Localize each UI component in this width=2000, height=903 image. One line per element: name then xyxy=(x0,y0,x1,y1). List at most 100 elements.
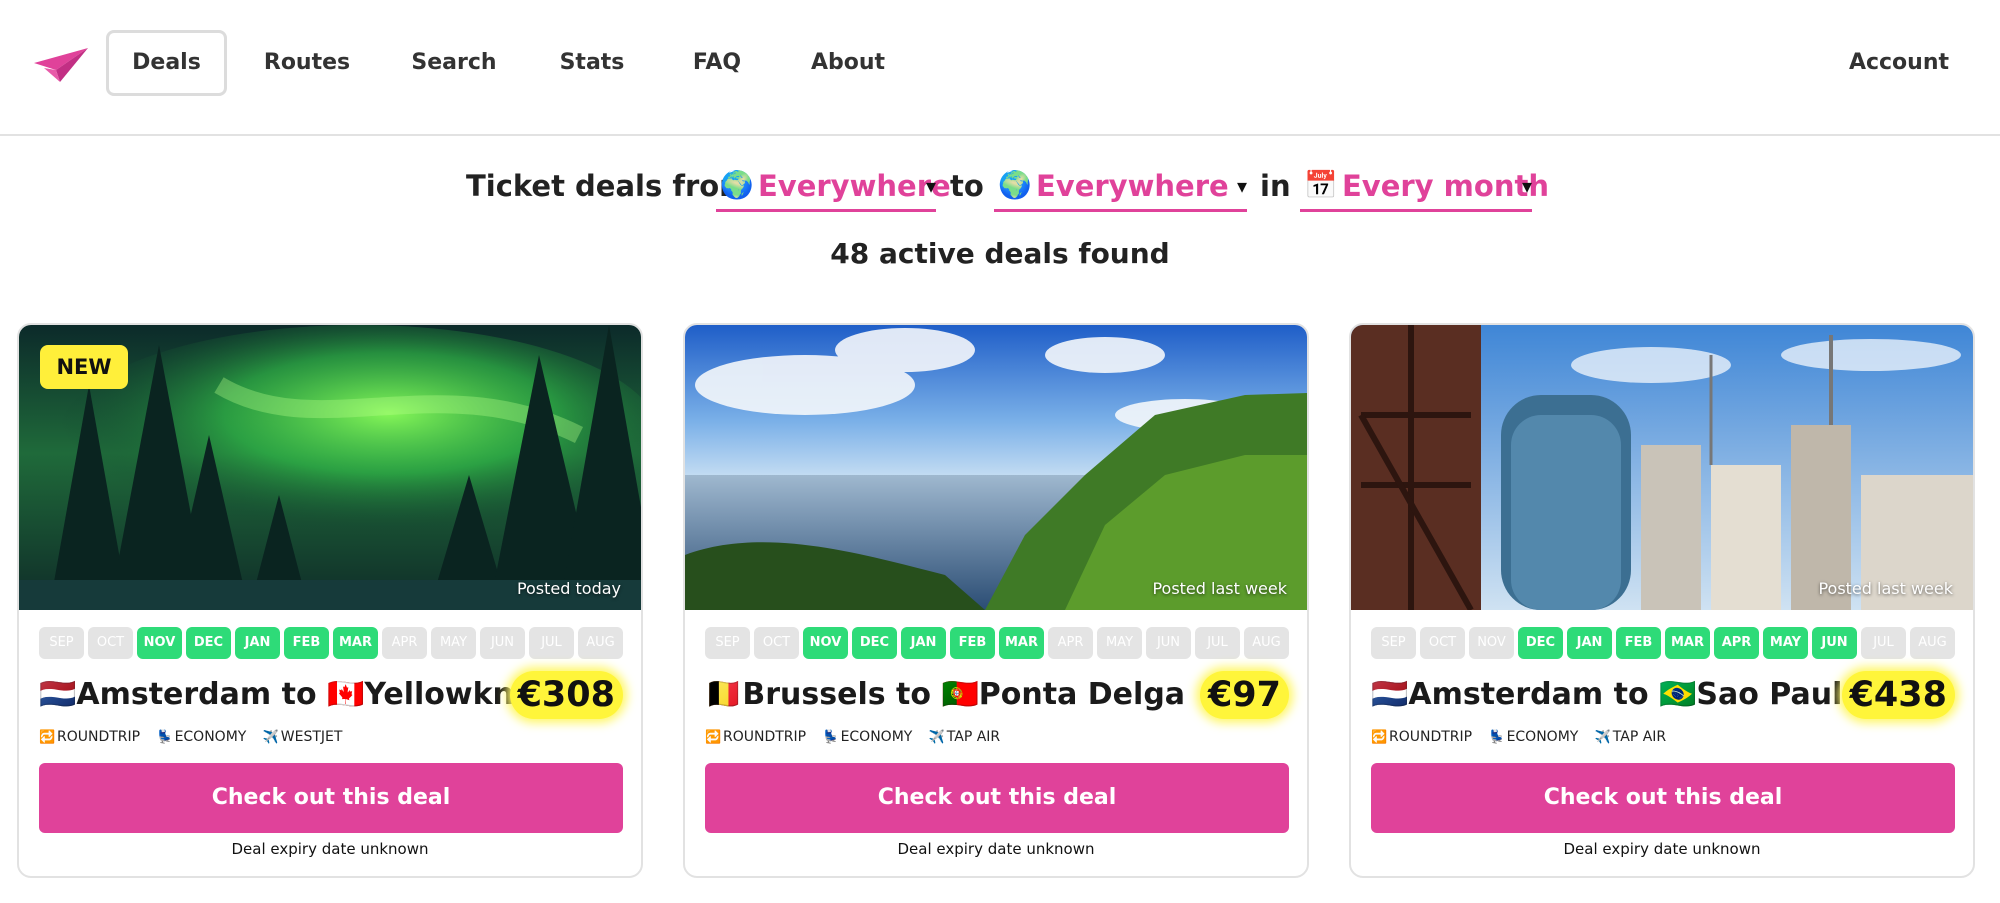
deal-expiry: Deal expiry date unknown xyxy=(1563,840,1761,858)
month-chip: OCT xyxy=(88,627,133,659)
roundtrip-icon: 🔁 xyxy=(705,730,722,745)
results-count: 48 active deals found xyxy=(830,237,1170,270)
month-chip: APR xyxy=(1714,627,1759,659)
destination-city: Sao Paulo xyxy=(1696,677,1851,712)
month-chip: JUL xyxy=(1195,627,1240,659)
deal-route: 🇧🇪Brussels to 🇵🇹Ponta Delgada xyxy=(705,670,1185,720)
month-chip: JAN xyxy=(1567,627,1612,659)
globe-icon: 🌍 xyxy=(720,170,754,201)
airline-name: WESTJET xyxy=(280,729,343,745)
month-chip: JUN xyxy=(1812,627,1857,659)
deal-price: €438 xyxy=(1841,671,1955,719)
airline-name: TAP AIR xyxy=(1612,729,1667,745)
month-chip: DEC xyxy=(1518,627,1563,659)
travel-months: SEP OCT NOV DEC JAN FEB MAR APR MAY JUN … xyxy=(705,627,1295,659)
paper-plane-icon[interactable] xyxy=(34,48,88,82)
check-deal-button[interactable]: Check out this deal xyxy=(705,763,1289,833)
filter-in-label: in xyxy=(1260,169,1291,203)
travel-months: SEP OCT NOV DEC JAN FEB MAR APR MAY JUN … xyxy=(1371,627,1961,659)
destination-value: Everywhere xyxy=(1036,169,1229,203)
month-chip: JUN xyxy=(1146,627,1191,659)
posted-date: Posted last week xyxy=(1818,579,1953,598)
chevron-down-icon: ▾ xyxy=(1236,174,1247,198)
nav-faq[interactable]: FAQ xyxy=(684,30,750,96)
month-select[interactable]: 📅 Every month ▾ xyxy=(1300,160,1549,212)
month-chip: APR xyxy=(382,627,427,659)
deal-tags: 🔁 ROUNDTRIP 💺 ECONOMY ✈️ TAP AIR xyxy=(705,725,1295,749)
origin-flag-icon: 🇧🇪 xyxy=(705,677,743,712)
destination-select[interactable]: 🌍 Everywhere ▾ xyxy=(994,160,1247,212)
month-chip: AUG xyxy=(578,627,623,659)
check-deal-button[interactable]: Check out this deal xyxy=(39,763,623,833)
nav-stats[interactable]: Stats xyxy=(552,30,632,96)
month-chip: AUG xyxy=(1244,627,1289,659)
airplane-icon: ✈️ xyxy=(928,730,945,745)
destination-photo-city: Posted last week xyxy=(1351,325,1973,610)
posted-date: Posted today xyxy=(516,579,621,598)
cabin-class: ECONOMY xyxy=(174,729,247,745)
month-value: Every month xyxy=(1342,169,1549,203)
origin-city: Amsterdam xyxy=(76,677,272,712)
deal-card[interactable]: NEW Posted today SEP OCT NOV DEC JAN FEB… xyxy=(17,323,643,878)
filter-from-label: Ticket deals from xyxy=(466,169,750,203)
month-chip: OCT xyxy=(1420,627,1465,659)
month-chip: MAY xyxy=(1763,627,1808,659)
route-connector: to xyxy=(1613,677,1649,712)
chevron-down-icon: ▾ xyxy=(1521,174,1532,198)
deal-filter: Ticket deals from 🌍 Everywhere ▾ to 🌍 Ev… xyxy=(0,160,2000,212)
month-chip: MAR xyxy=(999,627,1044,659)
deal-card[interactable]: Posted last week SEP OCT NOV DEC JAN FEB… xyxy=(683,323,1309,878)
month-chip: MAR xyxy=(333,627,378,659)
month-chip: SEP xyxy=(1371,627,1416,659)
month-chip: MAY xyxy=(1097,627,1142,659)
nav-search[interactable]: Search xyxy=(403,30,505,96)
origin-flag-icon: 🇳🇱 xyxy=(39,677,77,712)
nav-routes[interactable]: Routes xyxy=(257,30,357,96)
deal-expiry: Deal expiry date unknown xyxy=(231,840,429,858)
month-chip: FEB xyxy=(284,627,329,659)
seat-icon: 💺 xyxy=(156,730,173,745)
deal-route: 🇳🇱Amsterdam to 🇨🇦Yellowknife xyxy=(39,670,519,720)
destination-photo-coast: Posted last week xyxy=(685,325,1307,610)
airplane-icon: ✈️ xyxy=(1594,730,1611,745)
globe-icon: 🌍 xyxy=(998,170,1032,201)
trip-type: ROUNDTRIP xyxy=(1389,729,1473,745)
month-chip: NOV xyxy=(1469,627,1514,659)
new-badge: NEW xyxy=(40,345,128,389)
origin-flag-icon: 🇳🇱 xyxy=(1371,677,1409,712)
deal-route: 🇳🇱Amsterdam to 🇧🇷Sao Paulo xyxy=(1371,670,1851,720)
month-chip: AUG xyxy=(1910,627,1955,659)
destination-flag-icon: 🇵🇹 xyxy=(941,677,979,712)
destination-flag-icon: 🇨🇦 xyxy=(327,677,365,712)
month-chip: FEB xyxy=(1616,627,1661,659)
chevron-down-icon: ▾ xyxy=(925,174,936,198)
month-chip: DEC xyxy=(186,627,231,659)
trip-type: ROUNDTRIP xyxy=(723,729,807,745)
posted-date: Posted last week xyxy=(1152,579,1287,598)
month-chip: JUN xyxy=(480,627,525,659)
seat-icon: 💺 xyxy=(1488,730,1505,745)
deal-card[interactable]: Posted last week SEP OCT NOV DEC JAN FEB… xyxy=(1349,323,1975,878)
month-chip: FEB xyxy=(950,627,995,659)
origin-city: Amsterdam xyxy=(1408,677,1604,712)
top-nav: Deals Routes Search Stats FAQ About Acco… xyxy=(0,0,2000,136)
seat-icon: 💺 xyxy=(822,730,839,745)
trip-type: ROUNDTRIP xyxy=(57,729,141,745)
roundtrip-icon: 🔁 xyxy=(1371,730,1388,745)
check-deal-button[interactable]: Check out this deal xyxy=(1371,763,1955,833)
month-chip: OCT xyxy=(754,627,799,659)
month-chip: MAY xyxy=(431,627,476,659)
nav-deals[interactable]: Deals xyxy=(106,30,227,96)
deal-tags: 🔁 ROUNDTRIP 💺 ECONOMY ✈️ WESTJET xyxy=(39,725,629,749)
month-chip: NOV xyxy=(803,627,848,659)
nav-about[interactable]: About xyxy=(804,30,892,96)
destination-city: Ponta Delgada xyxy=(978,677,1185,712)
destination-photo-aurora: NEW Posted today xyxy=(19,325,641,610)
nav-account[interactable]: Account xyxy=(1842,30,1956,96)
origin-select[interactable]: 🌍 Everywhere ▾ xyxy=(716,160,951,212)
month-chip: NOV xyxy=(137,627,182,659)
deal-tags: 🔁 ROUNDTRIP 💺 ECONOMY ✈️ TAP AIR xyxy=(1371,725,1961,749)
month-chip: SEP xyxy=(705,627,750,659)
deal-price: €97 xyxy=(1199,671,1289,719)
month-chip: JUL xyxy=(1861,627,1906,659)
